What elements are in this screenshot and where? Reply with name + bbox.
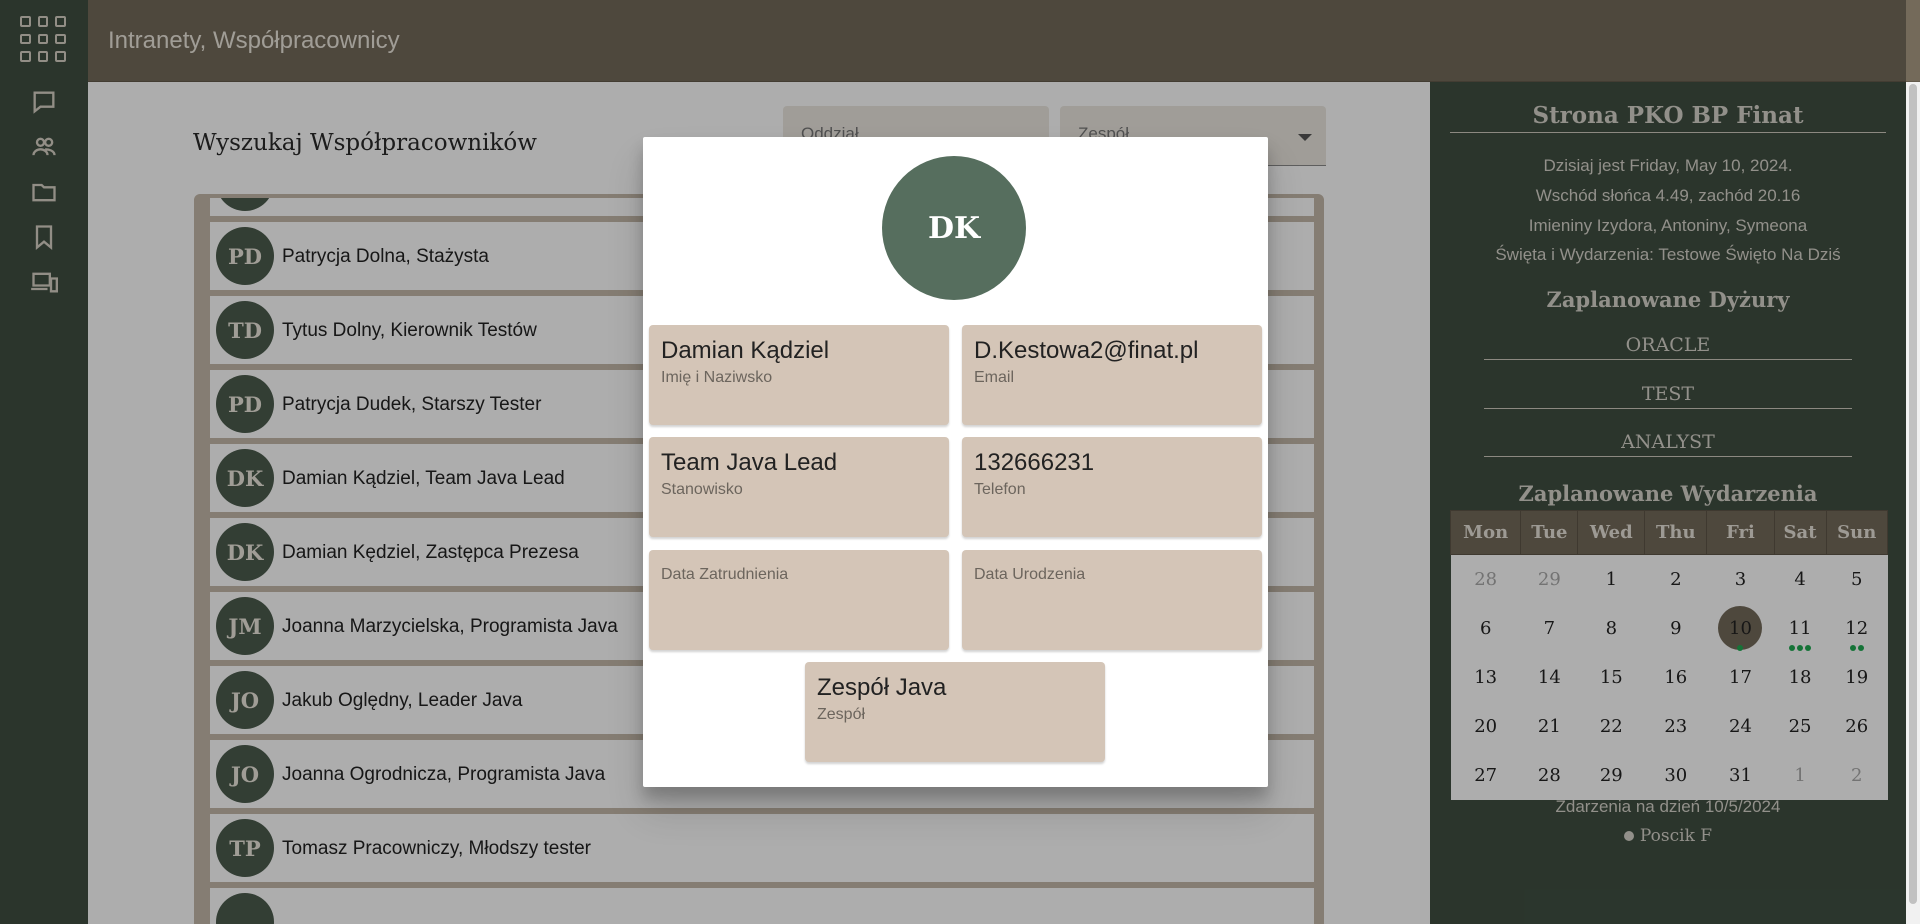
hire-date-card: Data Zatrudnienia xyxy=(649,550,949,650)
name-label: Imię i Naziwsko xyxy=(661,369,773,386)
birth-date-label: Data Urodzenia xyxy=(974,566,1086,583)
team-card: Zespół Java Zespół xyxy=(805,662,1105,762)
position-card: Team Java Lead Stanowisko xyxy=(649,437,949,537)
name-card: Damian Kądziel Imię i Naziwsko xyxy=(649,325,949,425)
team-label: Zespół xyxy=(817,706,866,723)
name-value: Damian Kądziel xyxy=(661,337,830,364)
employee-details-dialog: DK Damian Kądziel Imię i Naziwsko D.Kest… xyxy=(643,137,1268,787)
position-value: Team Java Lead xyxy=(661,449,838,476)
phone-label: Telefon xyxy=(974,481,1026,498)
team-value: Zespół Java xyxy=(817,674,947,701)
position-label: Stanowisko xyxy=(661,481,743,498)
scrollbar-thumb[interactable] xyxy=(1909,84,1917,904)
email-card: D.Kestowa2@finat.pl Email xyxy=(962,325,1262,425)
email-value: D.Kestowa2@finat.pl xyxy=(974,337,1199,364)
hire-date-label: Data Zatrudnienia xyxy=(661,566,789,583)
scrollbar[interactable] xyxy=(1906,82,1920,924)
phone-card: 132666231 Telefon xyxy=(962,437,1262,537)
birth-date-card: Data Urodzenia xyxy=(962,550,1262,650)
email-label: Email xyxy=(974,369,1015,386)
avatar: DK xyxy=(882,156,1026,300)
phone-value: 132666231 xyxy=(974,449,1095,476)
